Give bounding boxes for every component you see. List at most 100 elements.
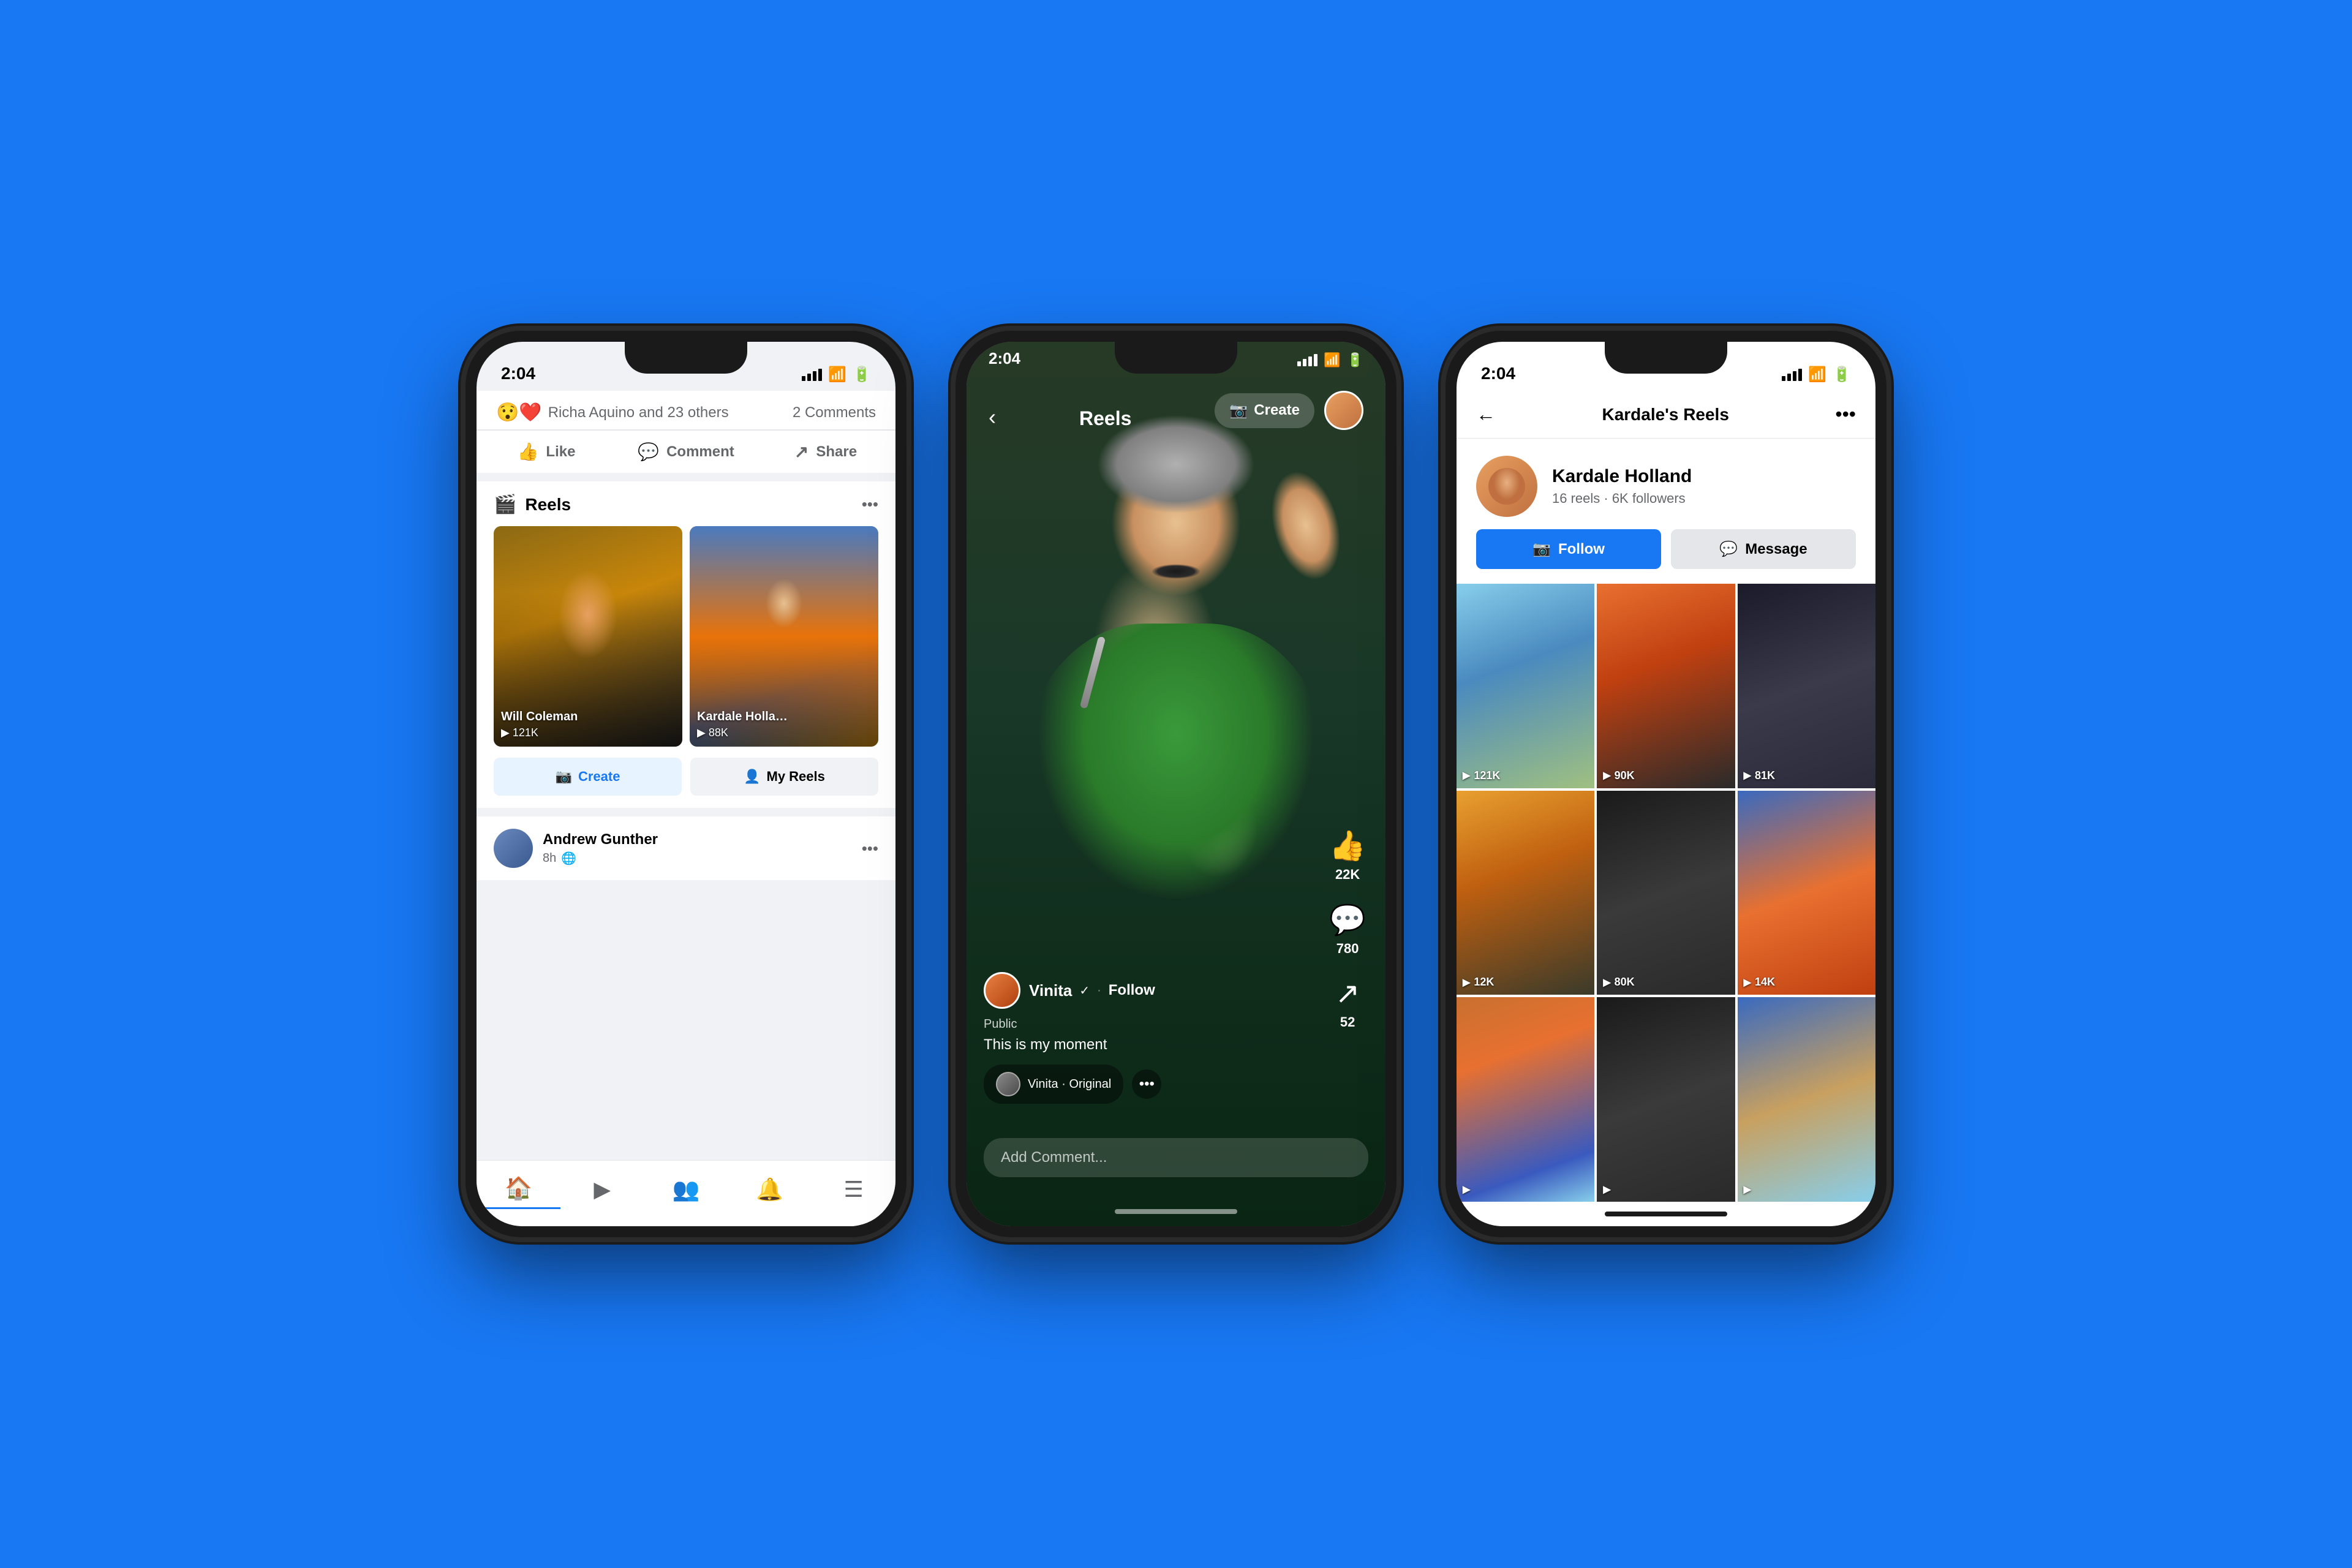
like-icon: 👍 xyxy=(518,442,539,462)
status-icons-1: 📶 🔋 xyxy=(802,366,871,383)
thumbs-up-icon: 👍 xyxy=(1329,828,1366,863)
reel-music-pill[interactable]: Vinita · Original xyxy=(984,1065,1123,1104)
phone-2: 2:04 📶 🔋 ‹ Ree xyxy=(956,331,1396,1237)
reel-like-action[interactable]: 👍 22K xyxy=(1329,828,1366,883)
my-reels-button[interactable]: 👤 My Reels xyxy=(690,758,878,796)
reel-comment-bar[interactable]: Add Comment... xyxy=(984,1138,1368,1177)
menu-icon: ☰ xyxy=(843,1177,863,1202)
play-icon-6: ▶ xyxy=(1744,976,1751,989)
time-1: 2:04 xyxy=(501,364,535,383)
reel-bottom-info: Vinita ✓ · Follow Public This is my mome… xyxy=(984,972,1312,1104)
person-icon: 👤 xyxy=(744,769,760,785)
reel-more-button[interactable]: ••• xyxy=(1132,1069,1161,1099)
reel-share-action[interactable]: ↗ 52 xyxy=(1335,976,1360,1030)
reel-comments-count: 780 xyxy=(1336,941,1359,957)
reels-grid-3col: ▶ 121K ▶ 90K ▶ 81K xyxy=(1457,584,1875,1202)
wifi-icon-1: 📶 xyxy=(828,366,846,383)
camera-icon-reel: 📷 xyxy=(1229,402,1248,420)
profile-avatar xyxy=(1476,456,1537,517)
profile-info-section: Kardale Holland 16 reels · 6K followers … xyxy=(1457,439,1875,584)
nav-notifications[interactable]: 🔔 xyxy=(728,1170,812,1208)
play-icon-3: ▶ xyxy=(1744,769,1751,782)
create-reel-button[interactable]: 📷 Create xyxy=(494,758,682,796)
play-icon-5: ▶ xyxy=(1603,976,1610,989)
reel-thumb-1[interactable]: Will Coleman ▶ 121K xyxy=(494,526,682,747)
signal-icon-2 xyxy=(1297,354,1317,366)
reaction-emojis: 😯 ❤️ xyxy=(496,402,542,423)
grid-reel-9[interactable]: ▶ xyxy=(1738,997,1875,1202)
bottom-nav: 🏠 ▶ 👥 🔔 ☰ xyxy=(477,1160,895,1226)
reel-follow-button[interactable]: Follow xyxy=(1109,982,1155,999)
signal-icon-1 xyxy=(802,369,822,381)
reel-header-title: Reels xyxy=(1079,407,1131,430)
reel-views-1: ▶ 121K xyxy=(501,726,675,739)
profile-text-info: Kardale Holland 16 reels · 6K followers xyxy=(1552,466,1692,507)
grid-reel-1[interactable]: ▶ 121K xyxy=(1457,584,1594,788)
reactions-left: 😯 ❤️ Richa Aquino and 23 others xyxy=(496,402,729,423)
wifi-icon-3: 📶 xyxy=(1808,366,1826,383)
phone-2-notch xyxy=(1115,342,1237,374)
post-author: Andrew Gunther xyxy=(543,831,658,848)
phone-1: 2:04 📶 🔋 xyxy=(466,331,907,1237)
profile-more-button[interactable]: ••• xyxy=(1835,403,1856,426)
share-arrow-icon: ↗ xyxy=(1335,976,1360,1011)
mini-post: Andrew Gunther 8h 🌐 ••• xyxy=(477,816,895,880)
comment-icon: 💬 xyxy=(638,442,659,462)
grid-reel-label-6: ▶ 14K xyxy=(1744,976,1775,989)
reactions-bar: 😯 ❤️ Richa Aquino and 23 others 2 Commen… xyxy=(477,391,895,430)
battery-icon-1: 🔋 xyxy=(853,366,871,383)
reel-label-1: Will Coleman ▶ 121K xyxy=(501,710,675,739)
grid-reel-label-7: ▶ xyxy=(1463,1183,1470,1196)
home-indicator-3 xyxy=(1457,1202,1875,1226)
follow-button[interactable]: 📷 Follow xyxy=(1476,529,1661,569)
reel-shares-count: 52 xyxy=(1340,1014,1355,1030)
mini-post-left: Andrew Gunther 8h 🌐 xyxy=(494,829,658,868)
battery-icon-2: 🔋 xyxy=(1347,352,1363,368)
reel-create-button[interactable]: 📷 Create xyxy=(1215,393,1314,428)
grid-reel-6[interactable]: ▶ 14K xyxy=(1738,791,1875,995)
grid-reel-5[interactable]: ▶ 80K xyxy=(1597,791,1735,995)
phone-2-content: 2:04 📶 🔋 ‹ Ree xyxy=(967,342,1385,1226)
reaction-count: Richa Aquino and 23 others xyxy=(548,404,729,421)
grid-reel-7[interactable]: ▶ xyxy=(1457,997,1594,1202)
reels-more-icon[interactable]: ••• xyxy=(862,495,878,514)
phone-3-screen: 2:04 📶 🔋 ← Kardale xyxy=(1457,342,1875,1226)
reel-caption: This is my moment xyxy=(984,1036,1312,1054)
nav-groups[interactable]: 👥 xyxy=(644,1170,728,1208)
comment-button[interactable]: 💬 Comment xyxy=(616,431,756,473)
nav-menu[interactable]: ☰ xyxy=(812,1170,895,1208)
share-button[interactable]: ↗ Share xyxy=(756,431,895,473)
grid-reel-label-4: ▶ 12K xyxy=(1463,976,1494,989)
camera-icon: 📷 xyxy=(556,769,572,785)
phone-1-notch xyxy=(625,342,747,374)
share-icon: ↗ xyxy=(794,442,809,462)
reel-likes-count: 22K xyxy=(1335,867,1360,883)
nav-home[interactable]: 🏠 xyxy=(477,1169,560,1209)
post-more-icon[interactable]: ••• xyxy=(862,839,878,858)
reel-back-button[interactable]: ‹ xyxy=(989,404,996,430)
time-2: 2:04 xyxy=(989,349,1020,368)
verified-badge: ✓ xyxy=(1079,983,1090,998)
back-arrow-button[interactable]: ← xyxy=(1476,403,1496,426)
reel-comment-action[interactable]: 💬 780 xyxy=(1329,902,1366,957)
phone-3-notch xyxy=(1605,342,1727,374)
grid-reel-2[interactable]: ▶ 90K xyxy=(1597,584,1735,788)
reel-user-avatar-top xyxy=(1324,391,1363,430)
phone-1-content: 2:04 📶 🔋 xyxy=(477,342,895,1226)
reel-username: Vinita xyxy=(1029,981,1072,1000)
like-button[interactable]: 👍 Like xyxy=(477,431,616,473)
grid-reel-4[interactable]: ▶ 12K xyxy=(1457,791,1594,995)
home-indicator-2 xyxy=(1115,1209,1237,1214)
play-icon-4: ▶ xyxy=(1463,976,1470,989)
grid-reel-8[interactable]: ▶ xyxy=(1597,997,1735,1202)
phones-container: 2:04 📶 🔋 xyxy=(417,282,1936,1286)
message-button[interactable]: 💬 Message xyxy=(1671,529,1856,569)
grid-reel-3[interactable]: ▶ 81K xyxy=(1738,584,1875,788)
reel-thumb-2[interactable]: Kardale Holla… ▶ 88K xyxy=(690,526,878,747)
reel-right-actions: 👍 22K 💬 780 ↗ 52 xyxy=(1329,828,1366,1030)
nav-video[interactable]: ▶ xyxy=(560,1170,644,1208)
phone-3-content: 2:04 📶 🔋 ← Kardale xyxy=(1457,342,1875,1226)
play-icon-7: ▶ xyxy=(1463,1183,1470,1196)
grid-reel-label-3: ▶ 81K xyxy=(1744,769,1775,782)
grid-reel-label-5: ▶ 80K xyxy=(1603,976,1634,989)
